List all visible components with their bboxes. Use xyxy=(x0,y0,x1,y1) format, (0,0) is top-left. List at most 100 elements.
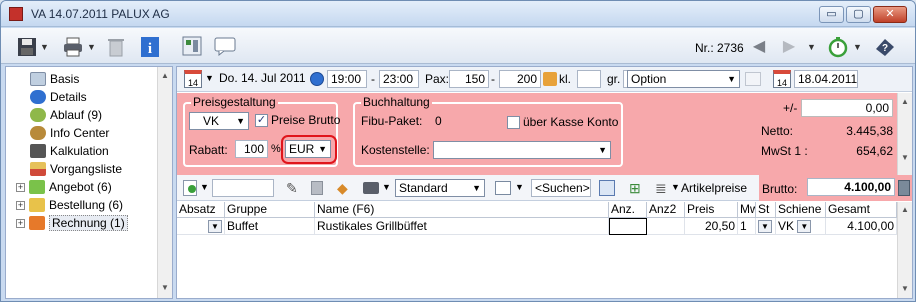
tag-icon[interactable]: ◆ xyxy=(337,179,348,197)
quick-entry-field[interactable] xyxy=(212,179,274,197)
highlight-ring xyxy=(281,135,337,164)
table-cell-anz2[interactable] xyxy=(647,218,685,235)
column-header-gesamt[interactable]: Gesamt xyxy=(826,202,897,218)
columns-icon[interactable] xyxy=(495,181,511,195)
list-icon[interactable]: ≣ xyxy=(655,179,667,197)
table-cell-st[interactable]: ▼ xyxy=(756,218,776,235)
price-type-select[interactable]: VK ▼ xyxy=(189,112,249,130)
expand-icon[interactable]: + xyxy=(16,219,25,228)
column-header-mw[interactable]: Mw xyxy=(738,202,756,218)
maximize-button[interactable]: ▢ xyxy=(846,6,871,23)
sidebar-item-kalkulation[interactable]: Kalkulation xyxy=(30,142,109,160)
stopwatch-dropdown-icon[interactable]: ▼ xyxy=(853,36,862,58)
chevron-down-icon[interactable]: ▼ xyxy=(208,220,222,233)
print-icon[interactable] xyxy=(61,36,85,58)
column-header-name[interactable]: Name (F6) xyxy=(315,202,609,218)
table-cell-gesamt: 4.100,00 xyxy=(826,218,897,235)
mwst-label: MwSt 1 : xyxy=(761,144,808,158)
close-button[interactable]: ✕ xyxy=(873,6,907,23)
accounting-group: Buchhaltung Fibu-Paket: 0 über Kasse Kon… xyxy=(353,95,623,167)
sidebar-item-rechnung[interactable]: + Rechnung (1) xyxy=(16,214,128,232)
chevron-down-icon[interactable]: ▼ xyxy=(758,220,772,233)
scroll-up-icon[interactable]: ▲ xyxy=(901,205,909,214)
save-icon[interactable] xyxy=(15,36,39,58)
minimize-button[interactable]: ▭ xyxy=(819,6,844,23)
table-cell-gruppe[interactable]: Buffet xyxy=(225,218,315,235)
calculator-icon[interactable] xyxy=(181,36,203,58)
status-select[interactable]: Option ▼ xyxy=(627,70,740,88)
time-to-field[interactable]: 23:00 xyxy=(379,70,419,88)
print-dropdown-icon[interactable]: ▼ xyxy=(87,36,96,58)
option-date-field[interactable]: 18.04.2011 xyxy=(794,70,858,88)
new-dropdown-icon[interactable]: ▼ xyxy=(200,182,209,192)
print-dropdown-icon[interactable]: ▼ xyxy=(382,182,391,192)
column-header-preis[interactable]: Preis xyxy=(685,202,738,218)
table-cell-mw[interactable]: 1 xyxy=(738,218,756,235)
table-cell-anz[interactable] xyxy=(609,218,647,235)
sidebar-item-info-center[interactable]: Info Center xyxy=(30,124,109,142)
expand-icon[interactable]: + xyxy=(16,183,25,192)
view-select[interactable]: Standard ▼ xyxy=(395,179,485,197)
back-arrow-icon[interactable]: ◀ xyxy=(749,36,769,58)
column-header-gruppe[interactable]: Gruppe xyxy=(225,202,315,218)
rabatt-field[interactable]: 100 xyxy=(235,140,268,158)
pax-to-field[interactable]: 200 xyxy=(499,70,541,88)
comment-icon[interactable] xyxy=(213,36,237,58)
pencil-icon[interactable]: ✎ xyxy=(286,179,298,197)
save-dropdown-icon[interactable]: ▼ xyxy=(40,36,49,58)
stopwatch-icon[interactable] xyxy=(827,36,849,58)
calculator-icon[interactable] xyxy=(898,180,910,196)
diff-field[interactable]: 0,00 xyxy=(801,99,893,117)
search-icon[interactable] xyxy=(745,72,761,86)
table-cell-schiene[interactable]: VK ▼ xyxy=(776,218,826,235)
scroll-down-icon[interactable]: ▼ xyxy=(901,284,909,293)
date-dropdown-icon[interactable]: ▼ xyxy=(205,73,214,83)
sidebar-item-vorgangsliste[interactable]: Vorgangsliste xyxy=(30,160,122,178)
column-header-absatz[interactable]: Absatz xyxy=(177,202,225,218)
sidebar-item-basis[interactable]: Basis xyxy=(30,70,79,88)
calendar-icon[interactable]: 14 xyxy=(773,70,791,88)
pax-from-field[interactable]: 150 xyxy=(449,70,489,88)
expand-icon[interactable]: + xyxy=(16,201,25,210)
date-field[interactable]: Do. 14. Jul 2011 xyxy=(216,70,306,88)
column-header-st[interactable]: St xyxy=(756,202,776,218)
sidebar-item-details[interactable]: Details xyxy=(30,88,87,106)
info-icon[interactable]: i xyxy=(139,36,161,58)
kostenstelle-select[interactable]: ▼ xyxy=(433,141,611,159)
clock-icon[interactable] xyxy=(310,72,324,86)
sidebar-item-bestellung[interactable]: + Bestellung (6) xyxy=(16,196,123,214)
chevron-down-icon[interactable]: ▼ xyxy=(797,220,812,233)
table-cell-name[interactable]: Rustikales Grillbüffet xyxy=(315,218,609,235)
forward-arrow-icon[interactable]: ▶ xyxy=(779,36,799,58)
sidebar-scrollbar[interactable]: ▲ ▼ xyxy=(157,67,172,298)
artikelpreise-button[interactable]: Artikelpreise xyxy=(681,181,747,195)
trash-icon[interactable] xyxy=(105,36,127,58)
column-header-anz[interactable]: Anz. xyxy=(609,202,647,218)
calendar-icon[interactable]: 14 xyxy=(184,70,202,88)
table-scrollbar[interactable]: ▲ ▼ xyxy=(897,202,912,298)
new-document-icon[interactable] xyxy=(183,180,197,196)
preise-brutto-checkbox[interactable]: ✓ xyxy=(255,114,268,127)
list-dropdown-icon[interactable]: ▼ xyxy=(671,182,680,192)
table-cell-preis[interactable]: 20,50 xyxy=(685,218,738,235)
help-icon[interactable]: ? xyxy=(873,36,897,58)
print-icon[interactable] xyxy=(363,182,379,194)
calculator-icon[interactable] xyxy=(599,180,615,196)
scroll-down-icon[interactable]: ▼ xyxy=(161,283,169,292)
time-from-field[interactable]: 19:00 xyxy=(327,70,367,88)
kl-field[interactable] xyxy=(577,70,601,88)
column-header-anz2[interactable]: Anz2 xyxy=(647,202,685,218)
sidebar-item-ablauf[interactable]: Ablauf (9) xyxy=(30,106,102,124)
hierarchy-icon[interactable]: ⊞ xyxy=(629,179,641,197)
scroll-up-icon[interactable]: ▲ xyxy=(901,97,909,106)
navigation-dropdown-icon[interactable]: ▼ xyxy=(807,36,816,58)
search-input[interactable]: <Suchen> xyxy=(531,179,591,197)
trash-icon[interactable] xyxy=(311,181,323,195)
scroll-up-icon[interactable]: ▲ xyxy=(161,71,169,80)
column-header-schiene[interactable]: Schiene xyxy=(776,202,826,218)
sidebar-item-angebot[interactable]: + Angebot (6) xyxy=(16,178,112,196)
table-cell-absatz[interactable]: ▼ xyxy=(177,218,225,235)
columns-dropdown-icon[interactable]: ▼ xyxy=(515,182,524,192)
kasse-checkbox[interactable] xyxy=(507,116,520,129)
scroll-down-icon[interactable]: ▼ xyxy=(901,153,909,162)
